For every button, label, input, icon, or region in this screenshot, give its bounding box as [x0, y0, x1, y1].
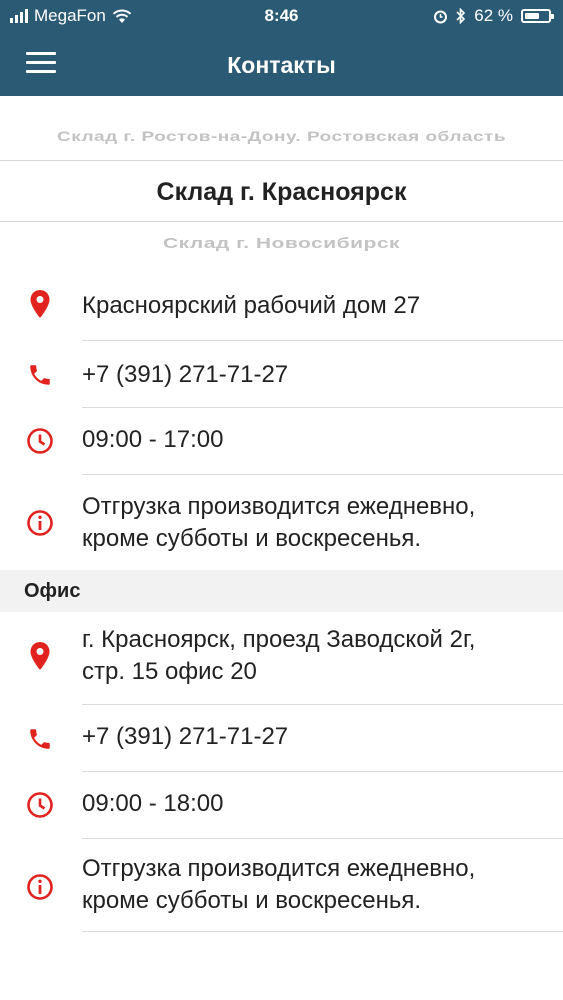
picker-option-next[interactable]: Склад г. Новосибирск — [0, 236, 563, 253]
app-header: Контакты — [0, 34, 563, 96]
office-hours-row: 09:00 - 18:00 — [0, 772, 563, 838]
clock-icon — [26, 427, 54, 455]
office-phone[interactable]: +7 (391) 271-71-27 — [82, 721, 543, 753]
battery-percentage: 62 % — [474, 6, 513, 25]
location-pin-icon — [26, 290, 54, 318]
office-section-header: Офис — [0, 570, 563, 612]
clock-icon — [26, 791, 54, 819]
battery-icon — [521, 9, 554, 23]
office-section-title: Офис — [24, 580, 81, 602]
office-info-line2: кроме субботы и воскресенья. — [82, 887, 422, 914]
status-bar-right: 62 % — [433, 6, 554, 26]
warehouse-hours-row: 09:00 - 17:00 — [0, 408, 563, 474]
office-address-row: г. Красноярск, проезд Заводской 2г, стр.… — [0, 612, 563, 704]
alarm-icon — [434, 10, 448, 23]
row-divider — [82, 931, 563, 932]
info-icon — [26, 873, 54, 901]
warehouse-phone[interactable]: +7 (391) 271-71-27 — [82, 359, 543, 391]
office-hours: 09:00 - 18:00 — [82, 790, 224, 817]
office-info-row: Отгрузка производится ежедневно, кроме с… — [0, 839, 563, 931]
warehouse-phone-row[interactable]: +7 (391) 271-71-27 — [0, 341, 563, 407]
office-info: Отгрузка производится ежедневно, кроме с… — [82, 853, 543, 917]
warehouse-picker[interactable]: Склад г. Ростов-на-Дону. Ростовская обла… — [0, 96, 563, 266]
picker-option-selected[interactable]: Склад г. Красноярск — [0, 178, 563, 207]
office-address-line1: г. Красноярск, проезд Заводской 2г, — [82, 626, 476, 653]
picker-divider-bottom — [0, 221, 563, 222]
phone-icon[interactable] — [26, 361, 54, 389]
warehouse-info-line2: кроме субботы и воскресенья. — [82, 525, 422, 552]
location-pin-icon — [26, 642, 54, 670]
status-bar: MegaFon 8:46 62 % — [0, 0, 563, 34]
office-address-line2: стр. 15 офис 20 — [82, 658, 257, 685]
warehouse-info: Отгрузка производится ежедневно, кроме с… — [82, 491, 543, 555]
page-title: Контакты — [227, 52, 336, 78]
picker-divider-top — [0, 160, 563, 161]
phone-icon[interactable] — [26, 725, 54, 753]
office-info-line1: Отгрузка производится ежедневно, — [82, 855, 476, 882]
office-phone-row[interactable]: +7 (391) 271-71-27 — [0, 705, 563, 771]
office-address: г. Красноярск, проезд Заводской 2г, стр.… — [82, 624, 543, 688]
bluetooth-icon — [456, 8, 466, 24]
picker-option-previous[interactable]: Склад г. Ростов-на-Дону. Ростовская обла… — [0, 129, 563, 146]
warehouse-info-row: Отгрузка производится ежедневно, кроме с… — [0, 475, 563, 570]
warehouse-address: Красноярский рабочий дом 27 — [82, 292, 421, 319]
warehouse-hours: 09:00 - 17:00 — [82, 426, 224, 453]
warehouse-info-line1: Отгрузка производится ежедневно, — [82, 493, 476, 520]
info-icon — [26, 509, 54, 537]
warehouse-address-row: Красноярский рабочий дом 27 — [0, 272, 563, 340]
